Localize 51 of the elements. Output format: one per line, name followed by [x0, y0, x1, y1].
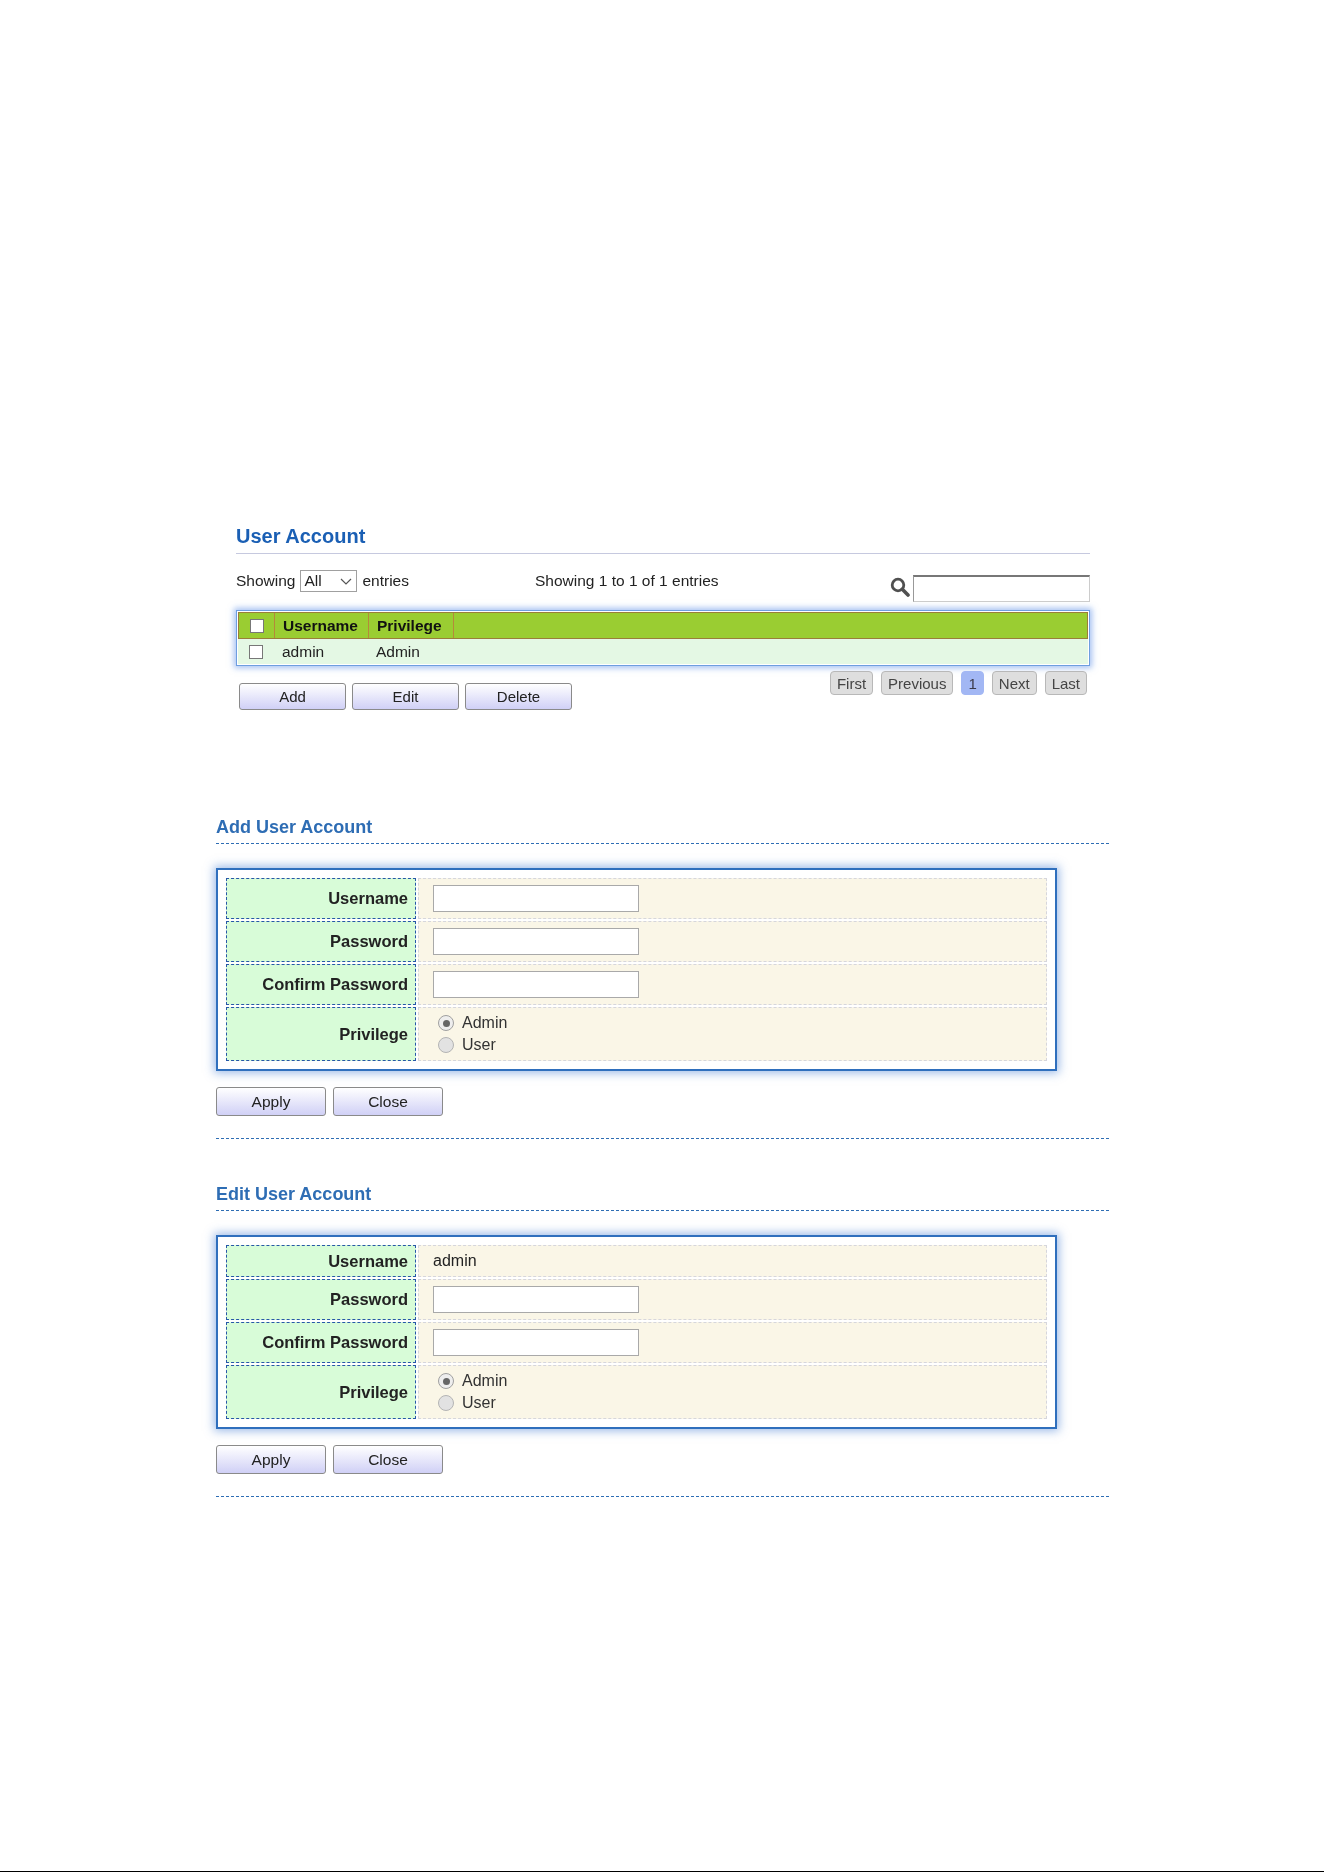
input-field[interactable] [433, 971, 639, 998]
table-row[interactable]: admin Admin [238, 639, 1088, 664]
field-label: Password [226, 1279, 416, 1320]
pagination-button[interactable]: Next [991, 671, 1037, 695]
radio-label: Admin [462, 1372, 508, 1390]
input-field[interactable] [433, 1329, 639, 1356]
search-icon [890, 577, 910, 597]
table-cell-text: Admin [375, 641, 421, 662]
pagination-button[interactable]: 1 [961, 671, 984, 695]
field-label: Privilege [226, 1007, 416, 1061]
section-title: Edit User Account [216, 1183, 1109, 1211]
action-button[interactable]: Delete [465, 683, 572, 710]
radio-button[interactable] [438, 1037, 454, 1053]
radio-label: User [462, 1036, 496, 1054]
input-field[interactable] [433, 1286, 639, 1313]
field-label: Username [226, 878, 416, 919]
field-label: Confirm Password [226, 964, 416, 1005]
field-label: Password [226, 921, 416, 962]
pagination-button[interactable]: First [829, 671, 874, 695]
action-button[interactable]: Edit [352, 683, 459, 710]
entries-select[interactable]: All [300, 570, 358, 592]
form-button[interactable]: Apply [216, 1445, 326, 1474]
radio-label: Admin [462, 1014, 508, 1032]
input-field[interactable] [433, 885, 639, 912]
row-checkbox[interactable] [249, 644, 263, 659]
chevron-down-icon [340, 577, 353, 585]
input-field[interactable] [433, 928, 639, 955]
column-header: Privilege [369, 613, 454, 638]
radio-button[interactable] [438, 1015, 454, 1031]
select-all-checkbox[interactable] [249, 618, 264, 633]
radio-button[interactable] [438, 1373, 454, 1389]
section-title: Add User Account [216, 816, 1109, 844]
entries-label: entries [362, 572, 409, 590]
pagination-button[interactable]: Previous [881, 671, 954, 695]
form-button[interactable]: Close [333, 1087, 443, 1116]
field-label: Privilege [226, 1365, 416, 1419]
form-button[interactable]: Apply [216, 1087, 326, 1116]
action-button[interactable]: Add [239, 683, 346, 710]
entries-info: Showing 1 to 1 of 1 entries [535, 571, 719, 591]
field-value: admin [433, 1252, 477, 1270]
form-button[interactable]: Close [333, 1445, 443, 1474]
section-title: User Account [236, 524, 1090, 554]
field-label: Username [226, 1245, 416, 1277]
radio-button[interactable] [438, 1395, 454, 1411]
column-header: Username [275, 613, 369, 638]
field-label: Confirm Password [226, 1322, 416, 1363]
table-cell-text: admin [281, 641, 326, 662]
showing-label: Showing [236, 572, 296, 590]
pagination-button[interactable]: Last [1044, 671, 1087, 695]
radio-label: User [462, 1394, 496, 1412]
search-field[interactable] [913, 575, 1090, 602]
